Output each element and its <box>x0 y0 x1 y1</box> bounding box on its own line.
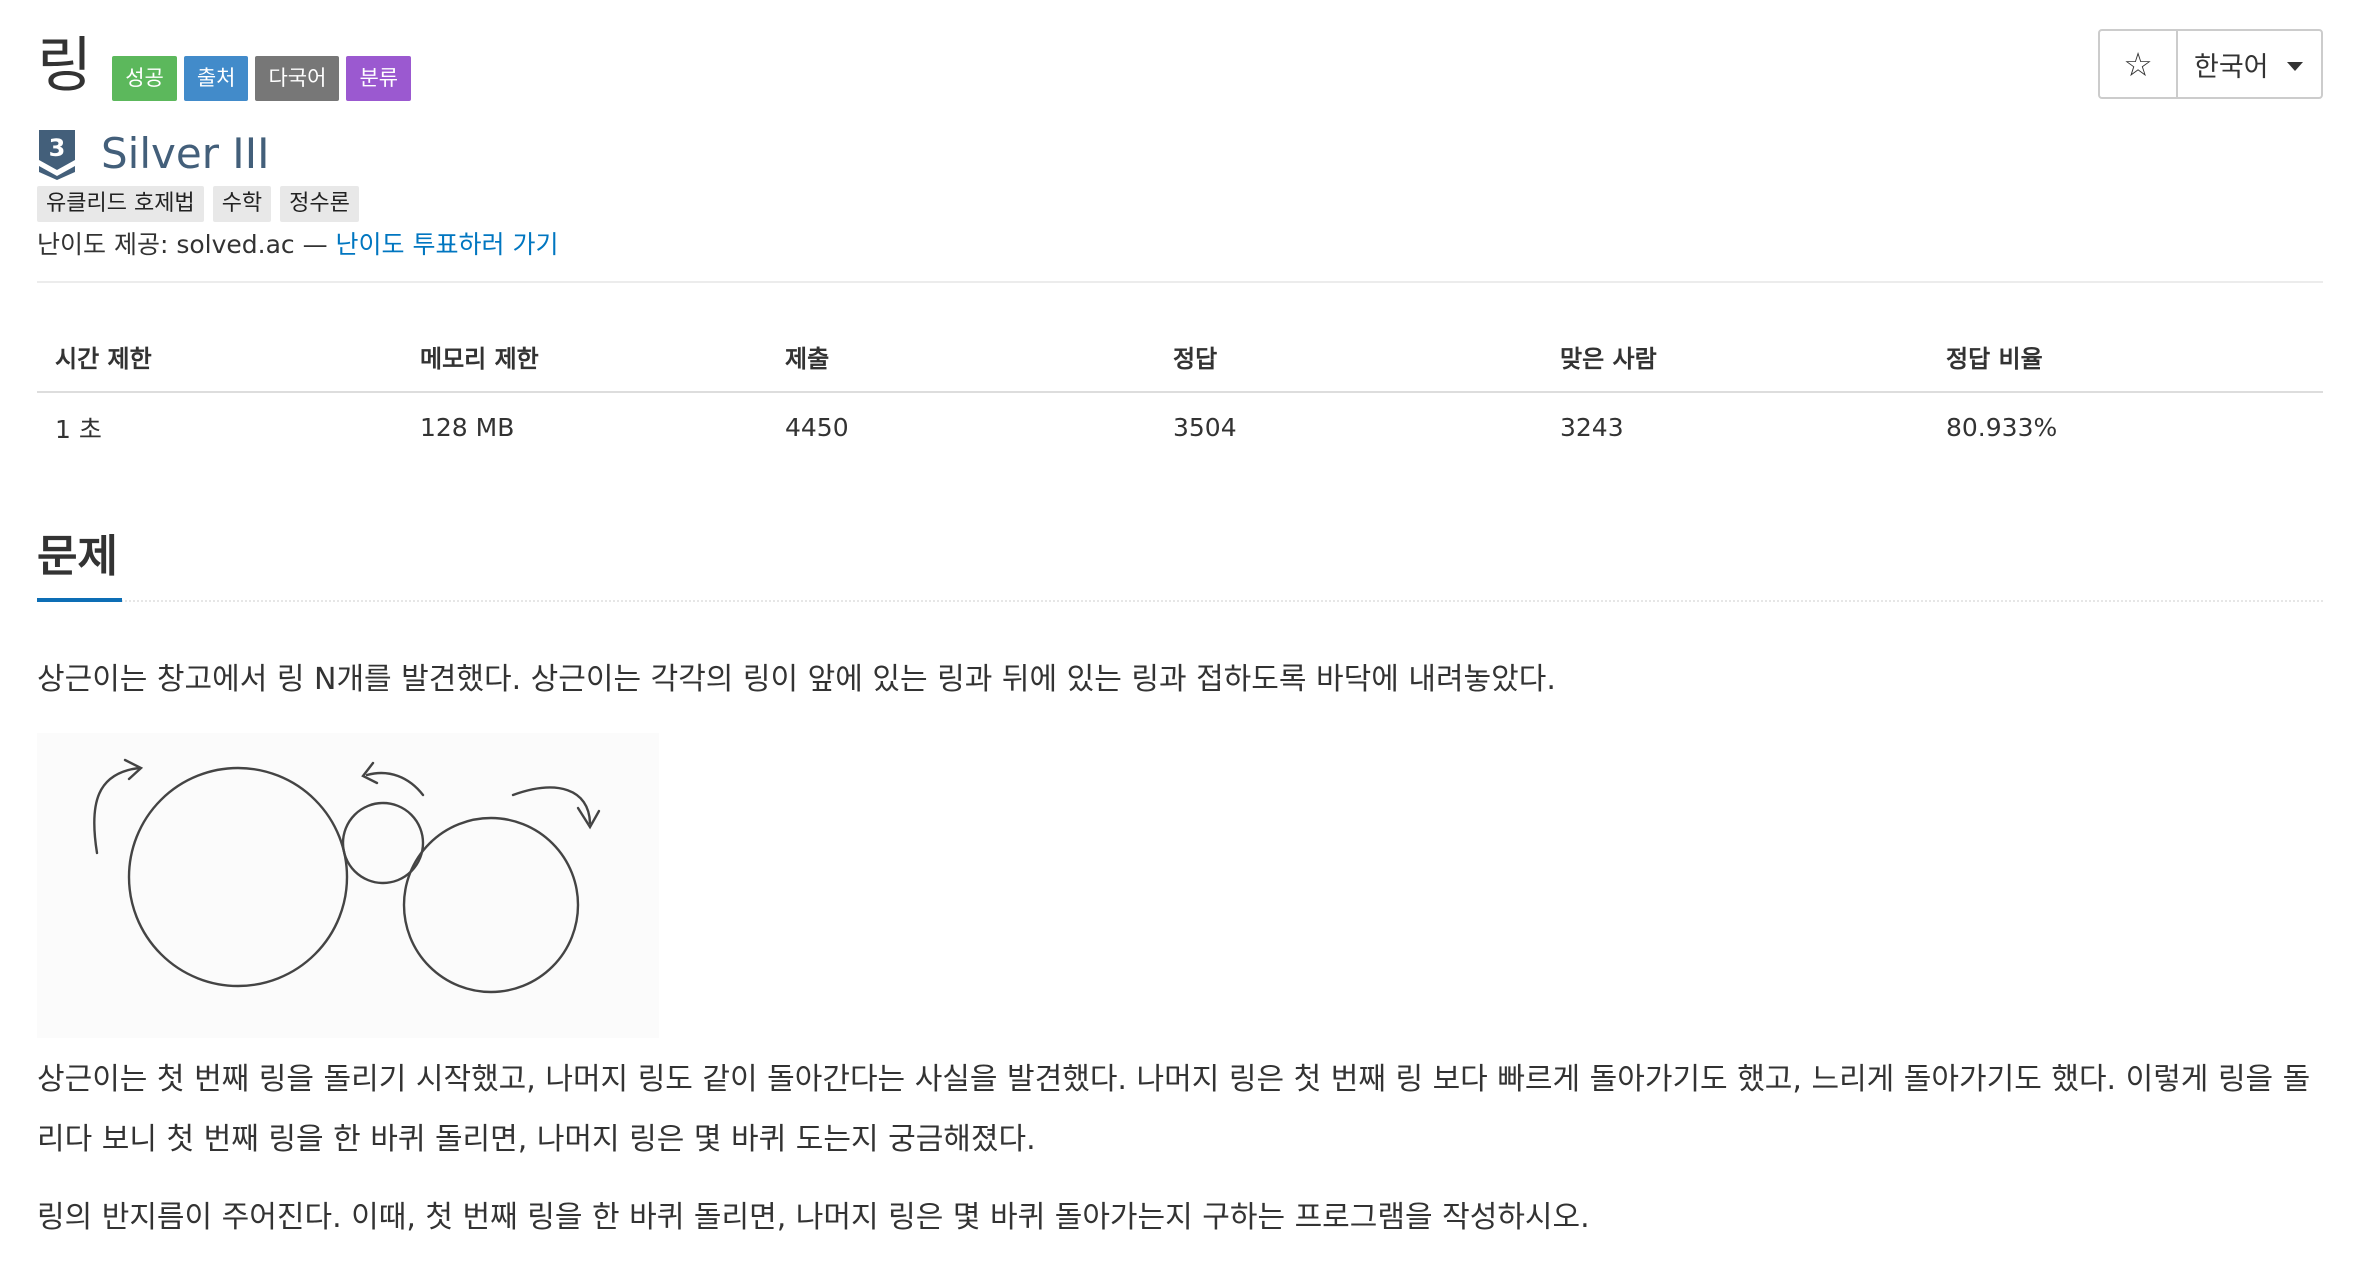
provider-text: 난이도 제공: solved.ac — <box>37 230 336 259</box>
table-header-row: 시간 제한 메모리 제한 제출 정답 맞은 사람 정답 비율 <box>37 322 2323 393</box>
language-dropdown[interactable]: 한국어 <box>2178 31 2321 97</box>
tier-badge-icon: 3 <box>39 130 75 180</box>
tier-name[interactable]: Silver III <box>101 128 269 180</box>
rings-drawing <box>93 758 601 994</box>
header-solved-users: 맞은 사람 <box>1542 322 1928 393</box>
label-source[interactable]: 출처 <box>183 56 249 101</box>
language-label: 한국어 <box>2194 51 2269 83</box>
favorite-button[interactable]: ☆ <box>2100 31 2178 97</box>
accepted-value: 3504 <box>1173 413 1237 442</box>
label-category[interactable]: 분류 <box>346 56 412 101</box>
rings-illustration <box>37 733 659 1038</box>
header-time-limit: 시간 제한 <box>37 322 402 393</box>
problem-info-table: 시간 제한 메모리 제한 제출 정답 맞은 사람 정답 비율 1 초 128 M… <box>37 322 2323 462</box>
label-success[interactable]: 성공 <box>112 56 177 101</box>
header-submissions: 제출 <box>767 322 1155 393</box>
statement-paragraph: 링의 반지름이 주어진다. 이때, 첫 번째 링을 한 바퀴 돌리면, 나머지 … <box>37 1200 1590 1235</box>
label-multilang[interactable]: 다국어 <box>255 56 340 101</box>
algorithm-tag[interactable]: 유클리드 호제법 <box>37 186 204 222</box>
algorithm-tags: 유클리드 호제법 수학 정수론 <box>37 186 368 222</box>
difficulty-provider: 난이도 제공: solved.ac — 난이도 투표하러 가기 <box>37 228 558 262</box>
statement-paragraph: 상근이는 첫 번째 링을 돌리기 시작했고, 나머지 링도 같이 돌아간다는 사… <box>37 1062 2311 1157</box>
header-accept-ratio: 정답 비율 <box>1928 322 2323 393</box>
header-memory-limit: 메모리 제한 <box>402 322 767 393</box>
title-row: 링 성공 출처 다국어 분류 <box>37 26 418 106</box>
star-icon: ☆ <box>2123 44 2153 84</box>
submissions-value: 4450 <box>785 413 849 442</box>
problem-section-header: 문제 <box>37 520 2323 602</box>
statement-paragraph: 상근이는 창고에서 링 N개를 발견했다. 상근이는 각각의 링이 앞에 있는 … <box>37 662 1556 697</box>
time-limit-value: 1 초 <box>55 414 102 444</box>
tier-row: 3 Silver III <box>37 128 269 180</box>
page-title: 링 <box>37 31 93 101</box>
solved-users-value: 3243 <box>1560 413 1624 442</box>
tier-number: 3 <box>49 134 66 162</box>
vote-difficulty-link[interactable]: 난이도 투표하러 가기 <box>336 230 559 259</box>
algorithm-tag[interactable]: 정수론 <box>280 186 359 222</box>
accept-ratio-value: 80.933% <box>1946 413 2058 442</box>
algorithm-tag[interactable]: 수학 <box>212 186 272 222</box>
divider <box>37 281 2323 283</box>
section-title: 문제 <box>37 520 122 602</box>
memory-limit-value: 128 MB <box>420 413 515 442</box>
caret-down-icon <box>2286 61 2303 71</box>
header-accepted: 정답 <box>1155 322 1542 393</box>
table-row: 1 초 128 MB 4450 3504 3243 80.933% <box>37 392 2323 462</box>
top-right-button-group: ☆ 한국어 <box>2098 29 2323 99</box>
